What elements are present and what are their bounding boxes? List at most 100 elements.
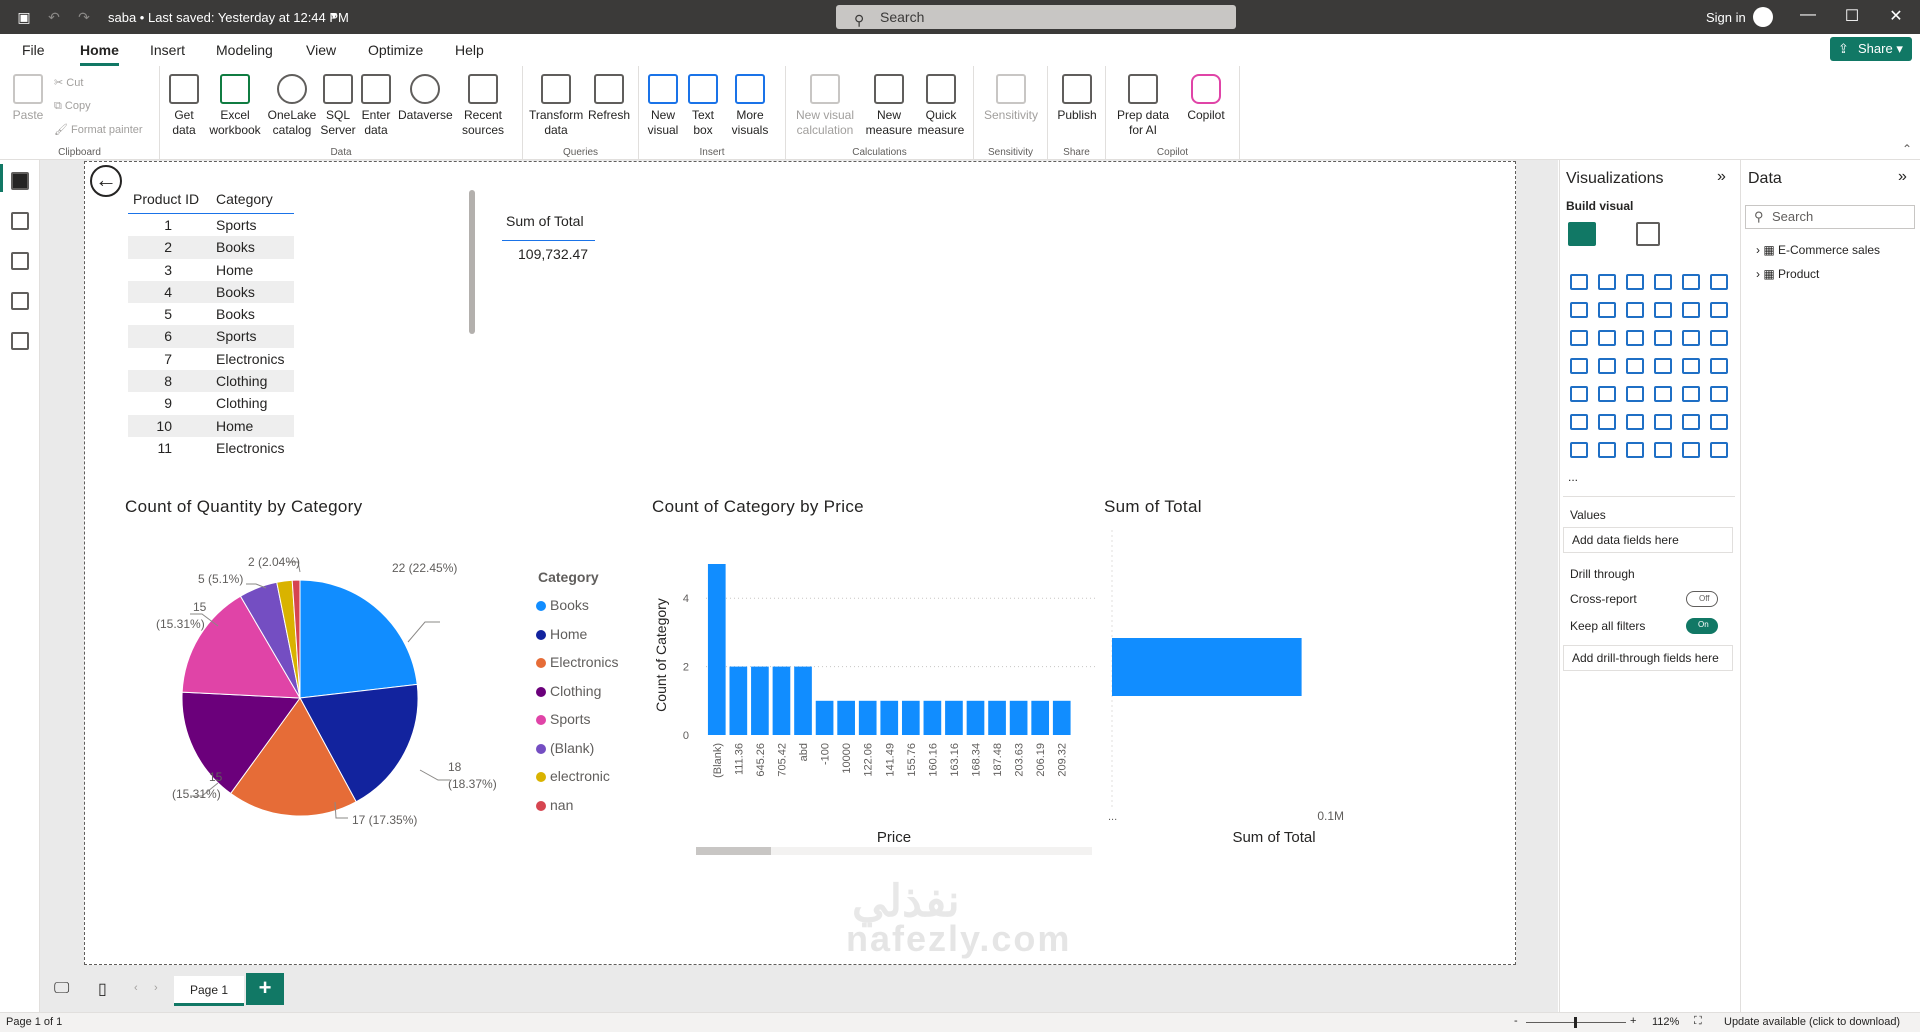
ribbon-icon[interactable] [1570, 330, 1588, 346]
text-box-button[interactable]: Text box [685, 74, 721, 138]
pie-icon[interactable] [1682, 330, 1700, 346]
format-visual-icon[interactable] [1636, 222, 1660, 246]
bar[interactable] [966, 700, 985, 735]
sensitivity-button[interactable]: Sensitivity [982, 74, 1040, 123]
undo-icon[interactable]: ↶ [46, 9, 62, 25]
menu-view[interactable]: View [306, 42, 336, 58]
zoom-out-icon[interactable]: - [1514, 1015, 1518, 1027]
redo-icon[interactable]: ↷ [76, 9, 92, 25]
add-page-button[interactable]: + [246, 973, 284, 1005]
collapse-visualizations-icon[interactable]: » [1717, 168, 1726, 186]
avatar[interactable] [1753, 7, 1773, 27]
legend-item-blank[interactable]: (Blank) [536, 740, 594, 756]
format-painter-button[interactable]: 🖌 Format painter [54, 123, 143, 136]
legend-item-clothing[interactable]: Clothing [536, 683, 601, 699]
bar[interactable] [923, 700, 942, 735]
cross-report-toggle[interactable]: Off [1686, 591, 1718, 607]
product-table[interactable]: Product ID Category 1 Sports 2 Books 3 Home… [128, 186, 294, 459]
pie-slice-books[interactable] [299, 579, 418, 699]
data-search-input[interactable]: ⚲ Search [1745, 205, 1915, 229]
stacked-bar-icon[interactable] [1570, 274, 1588, 290]
bar[interactable] [945, 700, 963, 735]
desktop-layout-icon[interactable]: 🖵 [54, 980, 69, 998]
matrix-icon[interactable] [1682, 386, 1700, 402]
python-visual-icon[interactable] [1570, 414, 1588, 430]
copy-button[interactable]: ⧉ Copy [54, 100, 91, 113]
bar[interactable] [858, 700, 877, 735]
dataverse-button[interactable]: Dataverse [398, 74, 453, 123]
refresh-button[interactable]: Refresh [585, 74, 633, 123]
values-well[interactable]: Add data fields here [1563, 527, 1733, 553]
new-measure-button[interactable]: New measure [864, 74, 914, 138]
hbar-chart[interactable]: ... 0.1M Sum of Total [1100, 530, 1360, 850]
recent-sources-button[interactable]: Recent sources [458, 74, 508, 138]
collapse-data-icon[interactable]: » [1898, 168, 1907, 186]
table-icon[interactable] [1654, 386, 1672, 402]
bar[interactable] [1031, 700, 1050, 735]
column-header-category[interactable]: Category [216, 191, 273, 207]
bar[interactable] [1052, 700, 1071, 735]
100-area-icon[interactable] [1654, 302, 1672, 318]
bar[interactable] [772, 666, 791, 735]
legend-item-sports[interactable]: Sports [536, 711, 590, 727]
paste-button[interactable]: Paste [10, 74, 46, 123]
menu-help[interactable]: Help [455, 42, 484, 58]
bar[interactable] [729, 666, 748, 735]
close-icon[interactable]: ✕ [1886, 6, 1906, 26]
build-visual-icon[interactable] [1568, 222, 1596, 246]
legend-item-home[interactable]: Home [536, 626, 587, 642]
table-view-icon[interactable] [11, 212, 29, 230]
keep-all-filters-toggle[interactable]: On [1686, 618, 1718, 634]
legend-item-nan[interactable]: nan [536, 797, 573, 813]
report-view-icon[interactable] [11, 172, 29, 190]
minimize-icon[interactable]: — [1798, 6, 1818, 24]
new-visual-button[interactable]: New visual [645, 74, 681, 138]
waterfall-icon[interactable] [1598, 330, 1616, 346]
table-item-product[interactable]: › ▦ Product [1756, 267, 1819, 281]
bar[interactable] [815, 700, 834, 735]
key-influencers-icon[interactable] [1598, 414, 1616, 430]
menu-modeling[interactable]: Modeling [216, 42, 273, 58]
trophy-icon[interactable] [1710, 442, 1728, 458]
tmdl-view-icon[interactable] [11, 332, 29, 350]
menu-optimize[interactable]: Optimize [368, 42, 423, 58]
scatter-icon[interactable] [1654, 330, 1672, 346]
line-column-icon[interactable] [1682, 302, 1700, 318]
mobile-layout-icon[interactable]: ▯ [98, 979, 107, 999]
dax-query-view-icon[interactable] [11, 292, 29, 310]
filled-map-icon[interactable] [1626, 358, 1644, 374]
legend-item-electronics[interactable]: Electronics [536, 654, 618, 670]
legend-item-electronic[interactable]: electronic [536, 768, 610, 784]
update-available-link[interactable]: Update available (click to download) [1724, 1016, 1900, 1028]
tab-page-1[interactable]: Page 1 [174, 976, 244, 1006]
decomposition-tree-icon[interactable] [1626, 414, 1644, 430]
gauge-icon[interactable] [1682, 358, 1700, 374]
excel-workbook-button[interactable]: Excel workbook [208, 74, 262, 138]
metrics-icon[interactable] [1626, 442, 1644, 458]
maximize-icon[interactable]: ☐ [1842, 6, 1862, 26]
bar[interactable] [751, 666, 769, 735]
100-bar-icon[interactable] [1682, 274, 1700, 290]
back-arrow-icon[interactable]: ← [90, 165, 122, 197]
clustered-bar-icon[interactable] [1626, 274, 1644, 290]
narrative-icon[interactable] [1654, 442, 1672, 458]
funnel-icon[interactable] [1626, 330, 1644, 346]
menu-home[interactable]: Home [80, 42, 119, 66]
bar-chart[interactable]: 0 2 4 (Blank) 111.36 645.26 705.42 abd -100 1000… [650, 530, 1100, 850]
bar[interactable] [794, 666, 812, 735]
save-icon[interactable]: ▣ [16, 9, 32, 25]
copilot-button[interactable]: Copilot [1182, 74, 1230, 123]
more-visuals-ellipsis[interactable]: ... [1568, 470, 1578, 484]
kpi-icon[interactable] [1598, 386, 1616, 402]
search-input[interactable]: ⚲ Search [836, 5, 1236, 29]
get-data-button[interactable]: Get data [166, 74, 202, 138]
table-item-ecommerce[interactable]: › ▦ E-Commerce sales [1756, 243, 1880, 257]
map-icon[interactable] [1598, 358, 1616, 374]
bar[interactable] [837, 700, 855, 735]
prep-data-for-ai-button[interactable]: Prep data for AI [1114, 74, 1172, 138]
zoom-slider-thumb[interactable] [1574, 1017, 1577, 1028]
donut-icon[interactable] [1710, 330, 1728, 346]
drill-through-well[interactable]: Add drill-through fields here [1563, 645, 1733, 671]
enter-data-button[interactable]: Enter data [360, 74, 392, 138]
table-scrollbar[interactable] [469, 190, 475, 334]
